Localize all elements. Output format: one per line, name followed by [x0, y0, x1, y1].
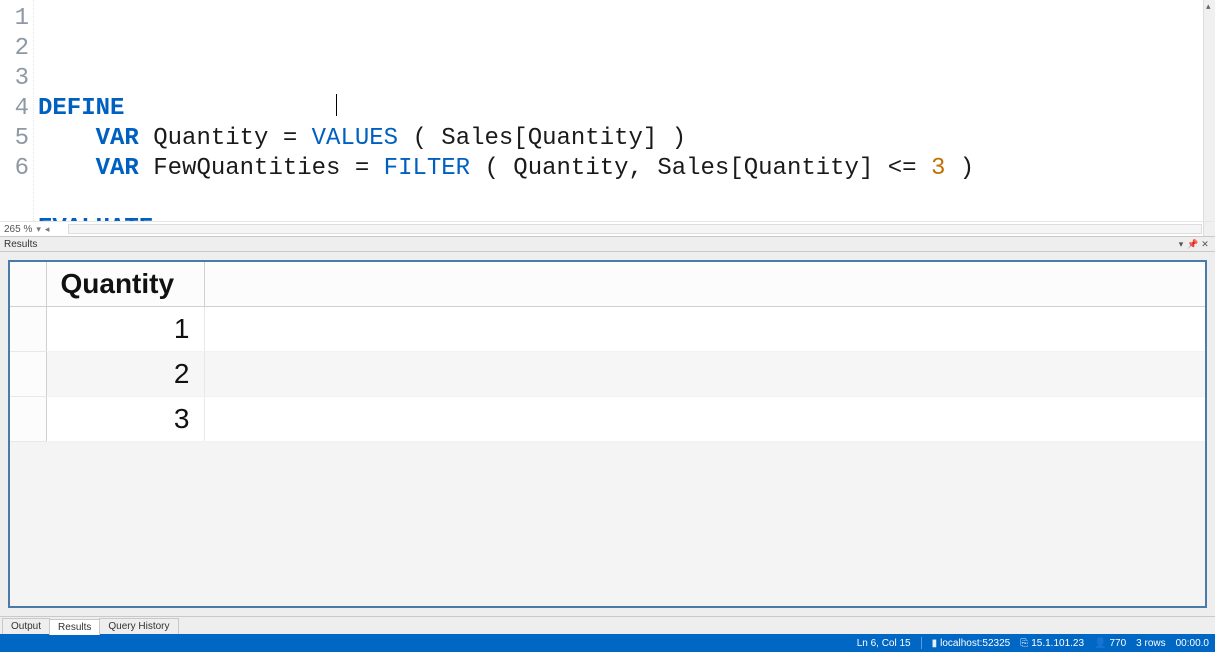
panel-tabs: OutputResultsQuery History: [0, 616, 1215, 634]
editor-pane: 123456 DEFINE VAR Quantity = VALUES ( Sa…: [0, 0, 1215, 236]
build-icon: ⎘: [1020, 638, 1028, 649]
results-panel-title: Results: [4, 239, 1175, 250]
status-user: 👤 770: [1094, 638, 1126, 649]
row-header[interactable]: [10, 397, 46, 442]
scroll-up-icon[interactable]: ▴: [1206, 1, 1211, 12]
column-header[interactable]: Quantity: [46, 262, 204, 307]
line-number: 3: [0, 64, 29, 94]
row-header-corner: [10, 262, 46, 307]
results-grid-container: Quantity123: [8, 260, 1207, 608]
editor-horizontal-scrollbar[interactable]: [68, 224, 1202, 234]
code-line[interactable]: VAR FewQuantities = FILTER ( Quantity, S…: [38, 154, 1214, 184]
status-cursor-position: Ln 6, Col 15: [857, 638, 911, 649]
code-line[interactable]: [38, 184, 1214, 214]
status-bar: Ln 6, Col 15 ▮ localhost:52325 ⎘ 15.1.10…: [0, 634, 1215, 652]
panel-menu-icon[interactable]: ▾: [1175, 239, 1187, 250]
cell[interactable]: 3: [46, 397, 204, 442]
hscroll-left-icon[interactable]: ◂: [45, 224, 50, 235]
code-line[interactable]: VAR Quantity = VALUES ( Sales[Quantity] …: [38, 124, 1214, 154]
line-number: 1: [0, 4, 29, 34]
table-row[interactable]: 1: [10, 307, 1205, 352]
zoom-dropdown-icon[interactable]: ▾: [36, 224, 41, 235]
line-number: 2: [0, 34, 29, 64]
line-number: 6: [0, 154, 29, 184]
status-version: ⎘ 15.1.101.23: [1020, 638, 1084, 649]
line-number-gutter: 123456: [0, 0, 34, 221]
zoom-level[interactable]: 265 %: [4, 224, 32, 235]
status-rowcount: 3 rows: [1136, 638, 1165, 649]
cell[interactable]: 2: [46, 352, 204, 397]
code-line[interactable]: DEFINE: [38, 94, 1214, 124]
status-server: ▮ localhost:52325: [932, 638, 1011, 649]
line-number: 4: [0, 94, 29, 124]
server-icon: ▮: [932, 638, 938, 649]
table-row[interactable]: 2: [10, 352, 1205, 397]
row-header[interactable]: [10, 307, 46, 352]
app-root: 123456 DEFINE VAR Quantity = VALUES ( Sa…: [0, 0, 1215, 652]
results-grid[interactable]: Quantity123: [10, 262, 1205, 442]
panel-pin-icon[interactable]: 📌: [1187, 239, 1199, 250]
panel-close-icon[interactable]: ✕: [1199, 239, 1211, 250]
cell[interactable]: 1: [46, 307, 204, 352]
code-editor[interactable]: 123456 DEFINE VAR Quantity = VALUES ( Sa…: [0, 0, 1214, 221]
status-elapsed: 00:00.0: [1176, 638, 1209, 649]
editor-footer-bar: 265 % ▾ ◂: [0, 221, 1214, 236]
code-content[interactable]: DEFINE VAR Quantity = VALUES ( Sales[Qua…: [34, 0, 1214, 221]
user-icon: 👤: [1094, 638, 1106, 649]
text-caret: [336, 94, 337, 116]
tab-output[interactable]: Output: [2, 618, 50, 634]
tab-results[interactable]: Results: [49, 619, 100, 635]
code-line[interactable]: EVALUATE: [38, 214, 1214, 221]
row-header[interactable]: [10, 352, 46, 397]
table-row[interactable]: 3: [10, 397, 1205, 442]
line-number: 5: [0, 124, 29, 154]
tab-query-history[interactable]: Query History: [99, 618, 178, 634]
editor-vertical-scrollbar[interactable]: ▴: [1203, 0, 1214, 221]
results-pane: Quantity123: [0, 252, 1215, 616]
results-panel-header: Results ▾ 📌 ✕: [0, 236, 1215, 252]
